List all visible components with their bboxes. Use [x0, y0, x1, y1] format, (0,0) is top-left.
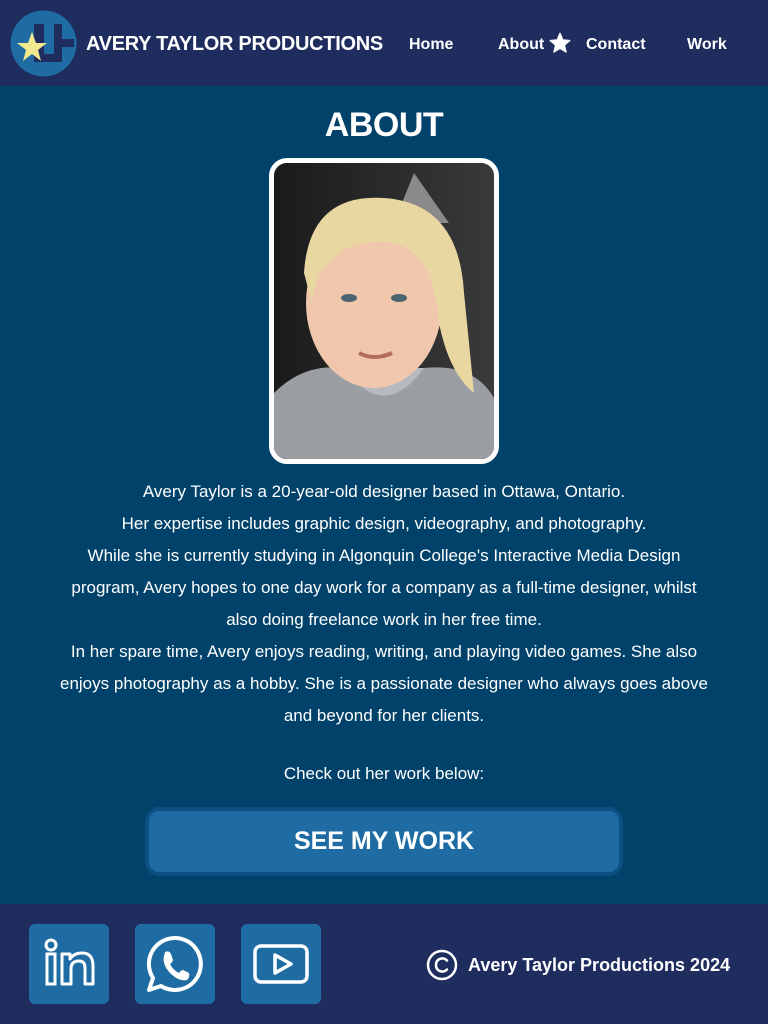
youtube-icon [253, 944, 309, 984]
profile-photo [269, 158, 499, 464]
copyright: Avery Taylor Productions 2024 [426, 949, 730, 981]
linkedin-link[interactable] [29, 924, 109, 1004]
logo[interactable] [10, 10, 77, 77]
copyright-icon [426, 949, 458, 981]
linkedin-icon [44, 938, 95, 986]
youtube-link[interactable] [241, 924, 321, 1004]
whatsapp-link[interactable] [135, 924, 215, 1004]
star-icon [549, 32, 571, 54]
nav-about[interactable]: About [498, 36, 544, 54]
bio-paragraph: While she is currently studying in Algon… [71, 546, 697, 629]
bio-paragraph: In her spare time, Avery enjoys reading,… [60, 642, 709, 725]
brand-name[interactable]: AVERY TAYLOR PRODUCTIONS [86, 33, 383, 56]
see-my-work-button[interactable]: SEE MY WORK [145, 807, 623, 876]
copyright-text: Avery Taylor Productions 2024 [468, 954, 731, 975]
bio-line: Avery Taylor is a 20-year-old designer b… [142, 482, 626, 501]
site-header: AVERY TAYLOR PRODUCTIONS Home About Cont… [0, 0, 768, 86]
logo-icon [10, 10, 77, 77]
site-footer: Avery Taylor Productions 2024 [0, 904, 768, 1024]
nav-home[interactable]: Home [409, 36, 453, 54]
cta-text: Check out her work below: [283, 764, 485, 783]
whatsapp-icon [146, 935, 203, 992]
bio-text: Avery Taylor is a 20-year-old designer b… [60, 476, 708, 732]
page-title: ABOUT [324, 106, 444, 144]
bio-line: Her expertise includes graphic design, v… [121, 514, 647, 533]
nav-work[interactable]: Work [687, 36, 727, 54]
nav-contact[interactable]: Contact [586, 36, 646, 54]
